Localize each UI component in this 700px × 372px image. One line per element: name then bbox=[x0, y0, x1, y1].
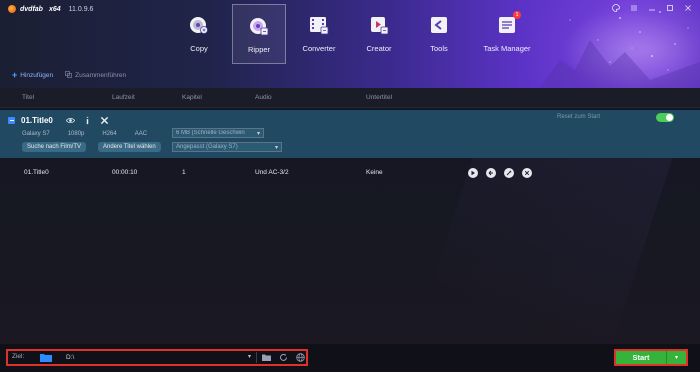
column-header: Titel Laufzeit Kapitel Audio Untertitel bbox=[0, 88, 700, 108]
nav-copy-label: Copy bbox=[190, 44, 208, 53]
profile-dropdown-value: Angepasst (Galaxy S7) bbox=[176, 144, 238, 150]
background-decoration bbox=[397, 128, 683, 344]
spec-audio: AAC bbox=[134, 131, 148, 137]
app-name: dvdfab bbox=[20, 5, 43, 13]
destination-bar: Ziel: D:\ ▾ bbox=[6, 349, 308, 366]
spec-codec: H264 bbox=[102, 131, 117, 137]
destination-label: Ziel: bbox=[12, 353, 25, 360]
edit-icon[interactable] bbox=[504, 168, 514, 178]
app-branding: dvdfab x64 11.0.9.6 bbox=[8, 4, 93, 14]
globe-icon[interactable] bbox=[296, 353, 305, 362]
title-toggle[interactable] bbox=[656, 113, 674, 122]
copy-disc-icon bbox=[188, 14, 210, 36]
col-chapter: Kapitel bbox=[182, 94, 202, 101]
bottom-bar: Ziel: D:\ ▾ Start ▾ bbox=[0, 344, 700, 372]
menu-icon[interactable] bbox=[630, 4, 638, 14]
info-icon[interactable] bbox=[82, 115, 93, 126]
nav-copy[interactable]: Copy bbox=[172, 4, 226, 64]
nav-creator-label: Creator bbox=[366, 44, 392, 53]
col-audio: Audio bbox=[255, 94, 272, 101]
close-icon[interactable] bbox=[684, 4, 692, 14]
crop-icon[interactable] bbox=[486, 168, 496, 178]
spec-resolution: 1080p bbox=[67, 131, 85, 137]
start-options-dropdown[interactable]: ▾ bbox=[667, 351, 686, 364]
browse-folder-icon[interactable] bbox=[262, 353, 271, 362]
spec-device: Galaxy S7 bbox=[22, 131, 50, 137]
creator-icon bbox=[368, 14, 390, 36]
delete-track-icon[interactable] bbox=[522, 168, 532, 178]
start-button[interactable]: Start bbox=[616, 351, 666, 364]
minimize-icon[interactable] bbox=[648, 4, 656, 14]
start-button-group: Start ▾ bbox=[614, 349, 688, 366]
chevron-down-icon[interactable]: ▾ bbox=[248, 353, 251, 360]
toolbar: + Hinzufügen Zusammenführen bbox=[0, 66, 700, 84]
add-button[interactable]: + Hinzufügen bbox=[12, 70, 54, 80]
col-duration: Laufzeit bbox=[112, 94, 135, 101]
nav-task-manager[interactable]: 1 Task Manager bbox=[472, 4, 542, 64]
track-chapter: 1 bbox=[182, 169, 186, 176]
palette-icon[interactable] bbox=[612, 4, 620, 14]
nav-converter-label: Converter bbox=[302, 44, 336, 53]
title-name: 01.Title0 bbox=[21, 115, 53, 125]
refresh-icon[interactable] bbox=[279, 353, 288, 362]
track-subtitle: Keine bbox=[366, 169, 383, 176]
track-audio: Und AC-3/2 bbox=[255, 169, 289, 176]
nav-converter[interactable]: Converter bbox=[292, 4, 346, 64]
eye-icon[interactable] bbox=[65, 115, 76, 126]
col-title: Titel bbox=[22, 94, 35, 101]
remove-title-icon[interactable] bbox=[99, 115, 110, 126]
ripper-disc-icon bbox=[248, 15, 270, 37]
task-manager-icon: 1 bbox=[496, 11, 521, 36]
main-content: Titel Laufzeit Kapitel Audio Untertitel … bbox=[0, 88, 700, 344]
reset-label: Reset zum Start bbox=[557, 114, 601, 120]
add-label: Hinzufügen bbox=[20, 71, 54, 79]
col-subtitle: Untertitel bbox=[366, 94, 393, 101]
title-block: 01.Title0 Galaxy S7 1080p H264 AAC 6 MB … bbox=[0, 110, 700, 158]
dvdfab-logo-icon bbox=[8, 5, 16, 13]
nav-ripper-label: Ripper bbox=[247, 45, 271, 54]
app-version: 11.0.9.6 bbox=[68, 5, 94, 13]
profile-specs: Galaxy S7 1080p H264 AAC bbox=[22, 129, 165, 139]
task-count-badge: 1 bbox=[513, 11, 521, 19]
window-controls bbox=[612, 4, 692, 14]
film-icon bbox=[308, 14, 330, 36]
merge-icon bbox=[65, 70, 72, 80]
merge-button[interactable]: Zusammenführen bbox=[65, 70, 127, 80]
nav-task-manager-label: Task Manager bbox=[483, 44, 531, 53]
nav-tools-label: Tools bbox=[430, 44, 448, 53]
nav-creator[interactable]: Creator bbox=[352, 4, 406, 64]
divider bbox=[256, 352, 257, 363]
profile-dropdown[interactable]: Angepasst (Galaxy S7) ▾ bbox=[172, 142, 282, 152]
app-arch: x64 bbox=[48, 5, 61, 13]
merge-label: Zusammenführen bbox=[75, 71, 127, 79]
chevron-down-icon: ▾ bbox=[274, 145, 278, 151]
chevron-down-icon: ▾ bbox=[674, 355, 678, 361]
maximize-icon[interactable] bbox=[666, 4, 674, 14]
title-row: 01.Title0 bbox=[8, 114, 110, 126]
nav-tools[interactable]: Tools bbox=[412, 4, 466, 64]
header: dvdfab x64 11.0.9.6 Copy Ripper Converte… bbox=[0, 0, 700, 88]
folder-icon[interactable] bbox=[40, 353, 52, 362]
track-title: 01.Title0 bbox=[24, 169, 49, 176]
main-nav: Copy Ripper Converter Creator Tools 1 Ta… bbox=[172, 4, 548, 64]
track-row: 01.Title0 00:00:10 1 Und AC-3/2 Keine bbox=[0, 166, 700, 180]
size-dropdown[interactable]: 6 MB (Schnelle Geschwin ▾ bbox=[172, 128, 264, 138]
nav-ripper[interactable]: Ripper bbox=[232, 4, 286, 64]
choose-other-title-button[interactable]: Andere Titel wählen bbox=[98, 142, 161, 152]
search-movie-button[interactable]: Suche nach Film/TV bbox=[22, 142, 87, 152]
title-checkbox[interactable] bbox=[8, 116, 15, 124]
play-icon[interactable] bbox=[468, 168, 478, 178]
tools-icon bbox=[428, 14, 450, 36]
track-duration: 00:00:10 bbox=[112, 169, 138, 176]
destination-path-input[interactable]: D:\ bbox=[64, 352, 254, 363]
size-dropdown-value: 6 MB (Schnelle Geschwin bbox=[176, 130, 245, 136]
plus-icon: + bbox=[12, 70, 18, 80]
chevron-down-icon: ▾ bbox=[256, 131, 260, 137]
